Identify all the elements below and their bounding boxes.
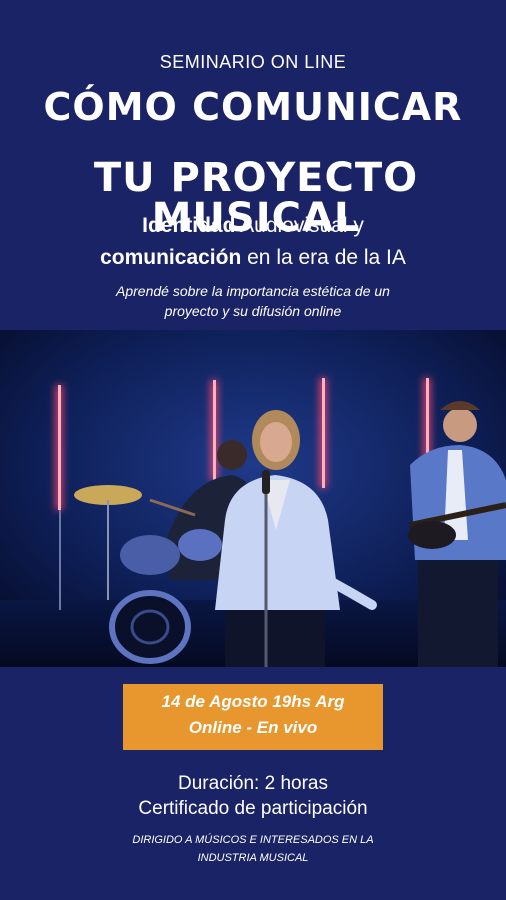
title-line-1: CÓMO COMUNICAR xyxy=(43,85,463,129)
event-date: 14 de Agosto 19hs Arg xyxy=(161,692,345,711)
band-photo xyxy=(0,330,506,667)
subtitle-bold-2: comunicación xyxy=(100,246,242,269)
event-mode: Online - En vivo xyxy=(188,717,318,737)
audience-text: DIRIGIDO A MÚSICOS E INTERESADOS EN LA I… xyxy=(0,832,506,867)
tagline-line-2: proyecto y su difusión online xyxy=(164,303,342,320)
duration-text: Duración: 2 horas xyxy=(178,773,328,794)
subtitle-rest-2: en la era de la IA xyxy=(241,246,406,269)
subtitle-bold-1: Identidad xyxy=(142,214,236,237)
kicker-label: SEMINARIO ON LINE xyxy=(159,52,347,72)
audience-line-2: INDUSTRIA MUSICAL xyxy=(197,851,309,864)
event-date-box: 14 de Agosto 19hs Arg Online - En vivo xyxy=(123,684,383,750)
certificate-text: Certificado de participación xyxy=(138,798,368,819)
tagline-line-1: Aprendé sobre la importancia estética de… xyxy=(116,283,390,299)
subtitle-rest-1: Audiovisual y xyxy=(235,214,364,237)
tagline: Aprendé sobre la importancia estética de… xyxy=(0,281,506,322)
subtitle-line-2: comunicación en la era de la IA xyxy=(0,244,506,272)
subtitle-line-1: Identidad Audiovisual y xyxy=(0,212,506,240)
audience-line-1: DIRIGIDO A MÚSICOS E INTERESADOS EN LA xyxy=(132,834,374,846)
